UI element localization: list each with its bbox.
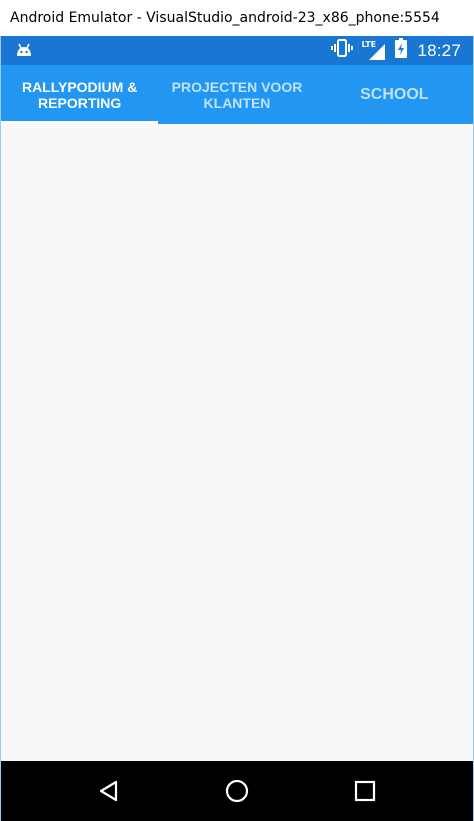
tab-label: RALLYPODIUM & REPORTING — [21, 78, 138, 111]
recents-icon — [354, 780, 376, 802]
back-button[interactable] — [79, 761, 139, 821]
tab-bar: RALLYPODIUM & REPORTING PROJECTEN VOOR K… — [1, 65, 473, 124]
tab-label: SCHOOL — [360, 85, 429, 103]
tab-projecten-voor-klanten[interactable]: PROJECTEN VOOR KLANTEN — [158, 65, 315, 124]
window-title-bar: Android Emulator - VisualStudio_android-… — [0, 0, 474, 36]
lte-label: LTE — [361, 39, 377, 49]
tab-school[interactable]: SCHOOL — [316, 65, 473, 124]
navigation-bar — [1, 761, 473, 821]
back-icon — [99, 780, 118, 802]
recents-button[interactable] — [335, 761, 395, 821]
home-button[interactable] — [207, 761, 267, 821]
status-bar: LTE 18:27 — [1, 36, 473, 65]
vibrate-icon — [331, 39, 354, 62]
lte-signal-icon: LTE — [361, 39, 386, 60]
status-time: 18:27 — [417, 40, 461, 60]
home-icon — [225, 779, 249, 803]
window-title: Android Emulator - VisualStudio_android-… — [10, 10, 440, 26]
emulator-screen: LTE 18:27 RALLYPODIUM & REPORTING PROJEC… — [0, 36, 474, 821]
tab-label: PROJECTEN VOOR KLANTEN — [171, 78, 303, 111]
tab-rallypodium-reporting[interactable]: RALLYPODIUM & REPORTING — [1, 65, 159, 124]
status-icons: LTE 18:27 — [331, 36, 461, 65]
page-content — [1, 124, 473, 761]
android-icon — [15, 42, 33, 58]
battery-charging-icon — [395, 38, 408, 63]
